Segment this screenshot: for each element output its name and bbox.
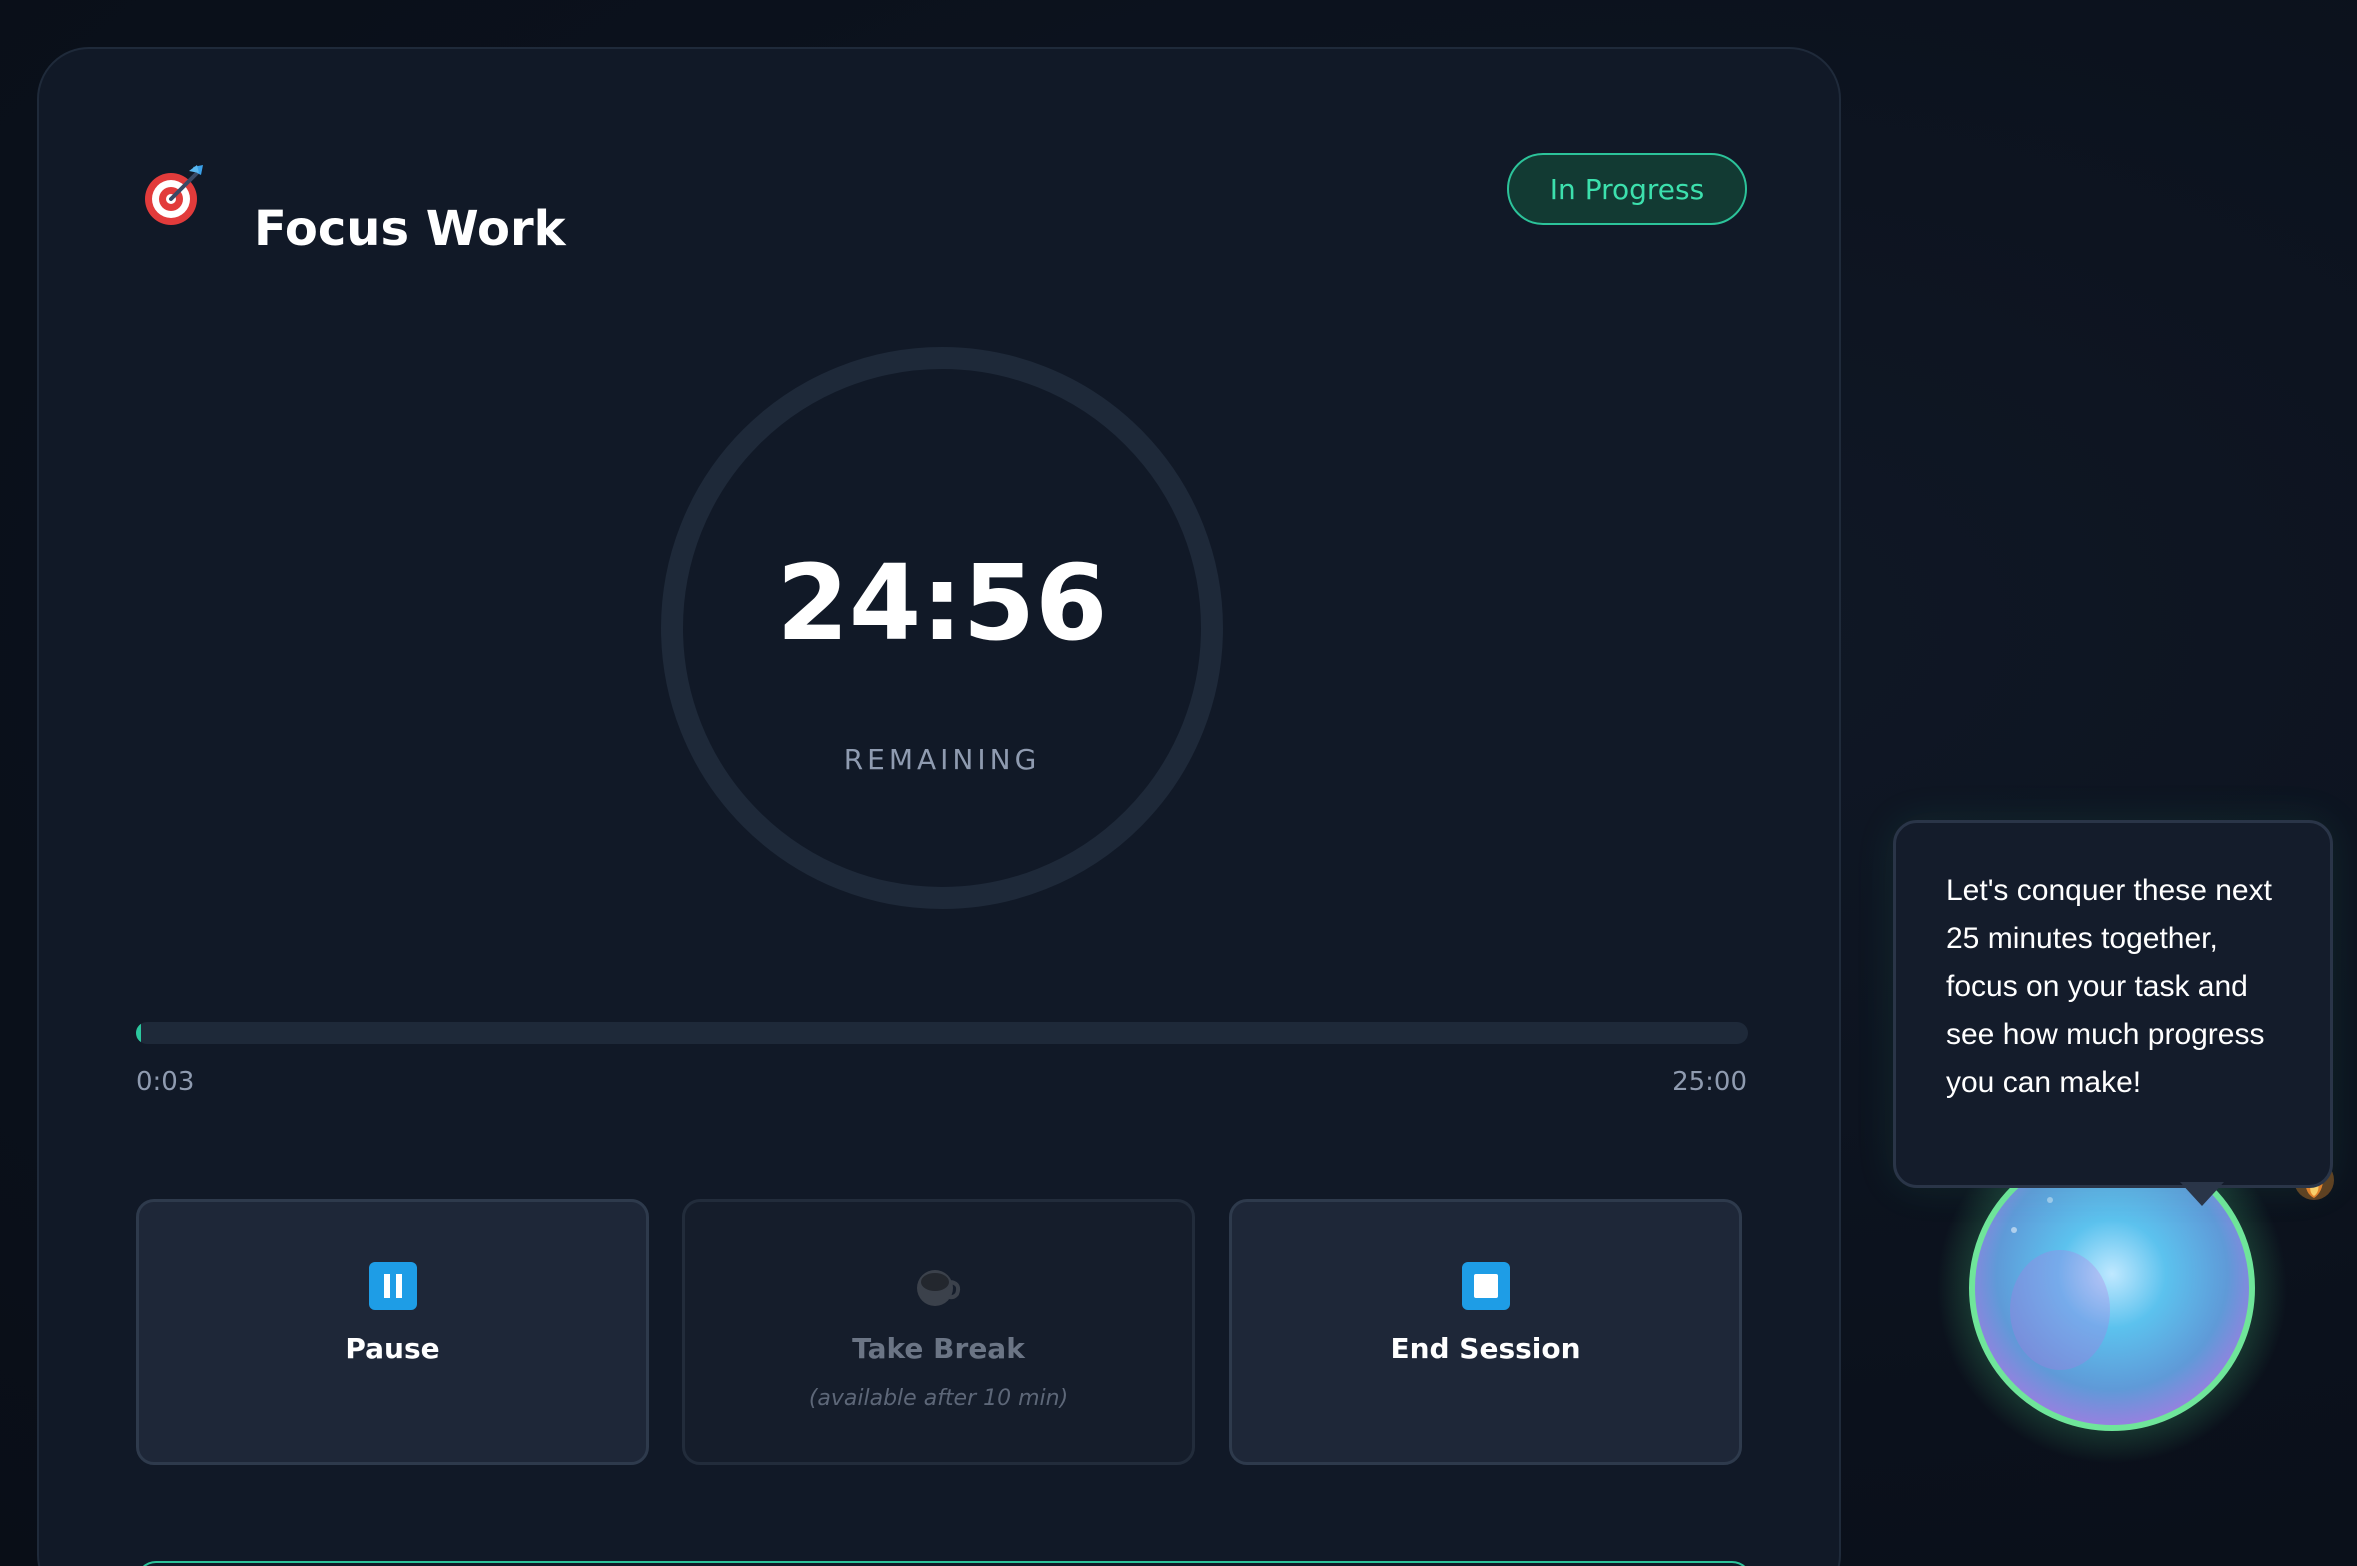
coffee-icon xyxy=(916,1270,960,1306)
remaining-label: REMAINING xyxy=(843,743,1041,776)
total-time: 25:00 xyxy=(1672,1067,1747,1097)
end-session-button[interactable]: End Session xyxy=(1229,1199,1742,1465)
app-root: Focus Work In Progress 24:56 REMAINING 0… xyxy=(0,0,2357,1566)
companion-speech-bubble: Let's conquer these next 25 minutes toge… xyxy=(1893,820,2333,1188)
take-break-note: (available after 10 min) xyxy=(808,1386,1069,1411)
page-title: Focus Work xyxy=(254,201,566,257)
time-remaining: 24:56 xyxy=(776,542,1108,664)
take-break-label: Take Break xyxy=(852,1332,1025,1365)
next-panel-edge xyxy=(136,1561,1752,1566)
status-badge: In Progress xyxy=(1507,153,1747,225)
speech-bubble-tail xyxy=(2180,1182,2224,1206)
pause-button[interactable]: Pause xyxy=(136,1199,649,1465)
take-break-button[interactable]: Take Break (available after 10 min) xyxy=(682,1199,1195,1465)
session-progress-fill xyxy=(136,1022,141,1044)
pause-icon xyxy=(368,1262,417,1310)
session-progress-bar xyxy=(136,1022,1748,1044)
focus-session-card: Focus Work In Progress 24:56 REMAINING 0… xyxy=(37,47,1841,1566)
stop-icon xyxy=(1461,1262,1510,1310)
target-icon xyxy=(145,165,203,225)
elapsed-time: 0:03 xyxy=(136,1067,195,1097)
end-session-label: End Session xyxy=(1390,1332,1581,1365)
pause-label: Pause xyxy=(345,1332,440,1365)
companion-message: Let's conquer these next 25 minutes toge… xyxy=(1946,874,2272,1099)
